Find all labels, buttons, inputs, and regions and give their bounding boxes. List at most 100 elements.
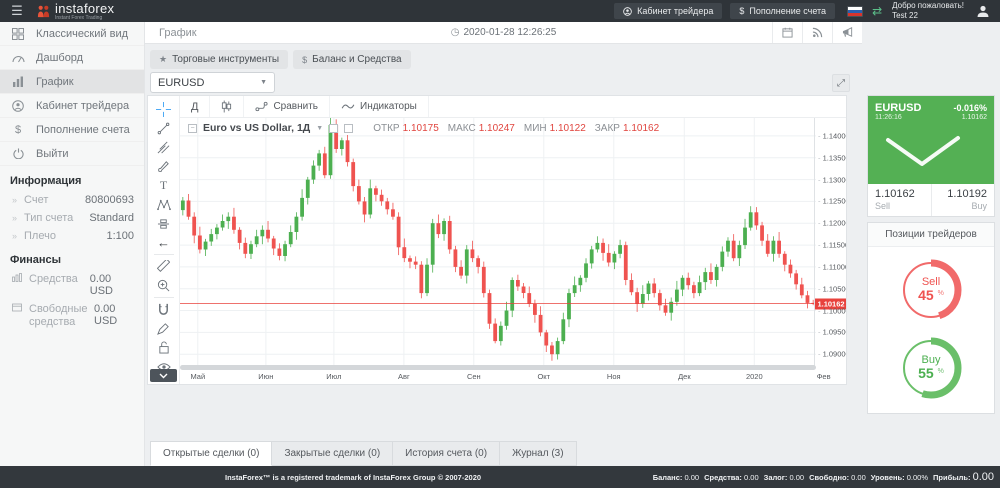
crosshair-tool[interactable] [152,100,176,119]
ruler-tool[interactable] [152,257,176,276]
calendar-button[interactable] [772,22,802,43]
legend-settings-icon[interactable] [329,124,338,133]
time-tick: Июл [326,372,341,381]
candles-icon [221,100,232,113]
info-row-account: » Счет 80800693 [0,191,144,209]
compare-button[interactable]: Сравнить [244,96,330,117]
xabcd-pattern-tool[interactable] [152,195,176,214]
quote-prices: 1.10162 Sell 1.10192 Buy [868,184,994,216]
main-content: График ◷ 2020-01-28 12:26:25 ★ Торговые … [145,22,862,466]
quote-header[interactable]: EURUSD -0.016% 11:26:16 1.10162 [868,96,994,184]
arrow-left-icon[interactable]: ← [152,233,176,252]
magnet-tool[interactable] [152,300,176,319]
legend-chart-icon[interactable] [344,124,353,133]
account-stats: Баланс: 0.00Средства: 0.00Залог: 0.00Сво… [653,471,994,483]
page-title: График [159,27,197,39]
bottom-tabs: Открытые сделки (0) Закрытые сделки (0) … [150,441,577,466]
chart-plot-area[interactable]: − Euro vs US Dollar, 1Д ▼ ОТКР1.10175 МА… [180,118,816,366]
copyright-text: InstaForex™ is a registered trademark of… [225,473,481,482]
footer-stat: Свободно: 0.00 [809,473,866,482]
dollar-icon: $ [302,55,307,65]
username: Test 22 [892,11,964,21]
drawing-lock-tool[interactable] [152,319,176,338]
menu-icon[interactable]: ☰ [0,3,34,19]
lock-tool[interactable] [152,338,176,357]
time-tick: Июн [258,372,273,381]
buy-price: 1.10192 [939,188,988,200]
balance-funds-button[interactable]: $ Баланс и Средства [293,50,411,69]
sidebar-item-classic-view[interactable]: Классический вид [0,22,144,46]
bar-chart-icon [10,76,26,87]
russian-flag-icon[interactable] [847,6,863,17]
sidebar-item-logout[interactable]: Выйти [0,142,144,166]
open-value: 1.10175 [403,123,439,134]
sell-quote-button[interactable]: 1.10162 Sell [868,184,931,216]
collapse-toolbar-button[interactable] [150,369,177,382]
tab-account-history[interactable]: История счета (0) [393,441,500,466]
compare-icon [255,101,268,112]
pitchfork-tool[interactable] [152,138,176,157]
quote-change: -0.016% [953,103,987,113]
time-tick: Фев [817,372,831,381]
account-type: Standard [89,212,134,224]
sidebar-item-deposit[interactable]: $ Пополнение счета [0,118,144,142]
sidebar-item-dashboard[interactable]: Дашборд [0,46,144,70]
info-section-title: Информация [0,166,144,191]
exchange-arrows-icon[interactable]: ⇄ [872,4,882,18]
price-tick: 1.11500 [818,241,846,250]
power-icon [10,148,26,159]
time-tick: Окт [537,372,550,381]
sidebar-item-chart[interactable]: График [0,70,144,94]
leverage-value: 1:100 [106,230,134,242]
rss-button[interactable] [802,22,832,43]
deposit-button[interactable]: $ Пополнение счета [730,3,835,19]
wallet-icon [12,303,22,312]
user-icon [623,7,632,16]
price-tick: 1.12000 [818,219,846,228]
grid-icon [10,28,26,40]
page-topbar: График ◷ 2020-01-28 12:26:25 [145,22,862,44]
avatar-icon[interactable] [976,4,990,18]
zoom-in-tool[interactable] [152,276,176,295]
time-tick: 2020 [746,372,763,381]
chart-toolbar: Д Сравнить Индикаторы [180,96,846,118]
tab-journal[interactable]: Журнал (3) [500,441,577,466]
sparkline-icon [880,134,980,168]
tab-closed-trades[interactable]: Закрытые сделки (0) [272,441,393,466]
time-axis[interactable]: МайИюнИюлАвгСенОктНояДек2020Фев [180,364,848,384]
trading-instruments-button[interactable]: ★ Торговые инструменты [150,50,288,69]
time-tick: Авг [398,372,410,381]
price-axis[interactable]: 1.10162 1.140001.135001.130001.125001.12… [814,118,846,366]
collapse-legend-icon[interactable]: − [188,124,197,133]
footer-stat: Уровень: 0.00% [871,473,928,482]
buy-percent: 55 [918,365,934,381]
forecast-tool[interactable] [152,214,176,233]
buy-positions-donut: Buy 55 % [898,335,964,401]
megaphone-button[interactable] [832,22,862,43]
caret-down-icon[interactable]: ▼ [316,125,323,132]
chevron-down-icon [159,373,168,379]
brush-tool[interactable] [152,157,176,176]
buy-quote-button[interactable]: 1.10192 Buy [931,184,995,216]
finance-section-title: Финансы [0,245,144,270]
sidebar-item-trader-cabinet[interactable]: Кабинет трейдера [0,94,144,118]
price-tick: 1.09000 [818,350,846,359]
tab-open-trades[interactable]: Открытые сделки (0) [150,441,272,466]
interval-button[interactable]: Д [180,96,210,117]
trend-line-tool[interactable] [152,119,176,138]
trader-cabinet-button[interactable]: Кабинет трейдера [614,3,722,19]
time-labels: МайИюнИюлАвгСенОктНояДек2020Фев [180,372,816,384]
chart-legend: − Euro vs US Dollar, 1Д ▼ ОТКР1.10175 МА… [188,122,659,134]
indicators-button[interactable]: Индикаторы [330,96,429,117]
close-value: 1.10162 [623,123,659,134]
price-tick: 1.10500 [818,284,846,293]
symbol-select[interactable]: EURUSD ▼ [150,72,275,93]
dollar-icon: $ [739,6,744,16]
chart-scrollbar[interactable] [180,365,816,370]
positions-title: Позиции трейдеров [868,223,994,247]
instaforex-logo-icon [36,4,51,19]
text-tool[interactable]: T [152,176,176,195]
fullscreen-button[interactable]: ⤢ [832,74,850,92]
brand-logo[interactable]: instaforex Instant Forex Trading [36,2,114,21]
chart-type-button[interactable] [210,96,244,117]
